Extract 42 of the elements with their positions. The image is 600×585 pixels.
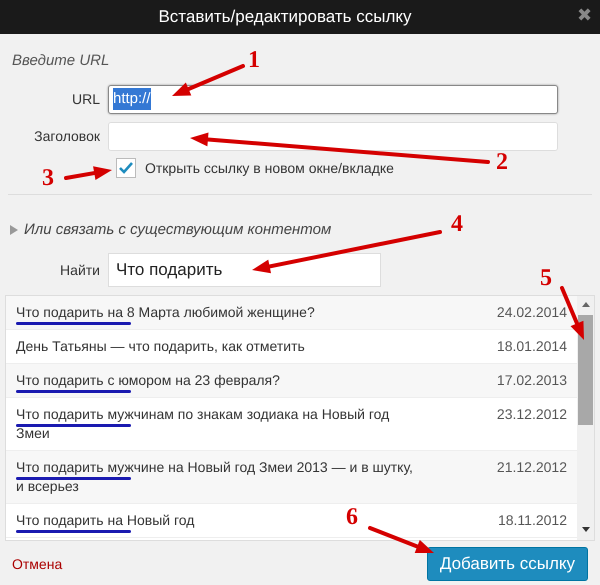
- result-row[interactable]: Что подарить на 8 Марта любимой женщине? 24.02.2014: [6, 296, 577, 330]
- scroll-up-icon[interactable]: [582, 302, 590, 307]
- result-date: 17.02.2013: [496, 371, 567, 390]
- annotation-number: 6: [346, 505, 358, 529]
- field-label: Найти: [59, 260, 101, 280]
- result-title: Что подарить мужчине на Новый год Змеи 2013 — и в шутку, и всерьез: [16, 459, 413, 494]
- check-icon: [119, 162, 133, 174]
- result-title: День Татьяны — что подарить, как отметить: [16, 338, 305, 354]
- arrow: [368, 526, 434, 553]
- result-date: 21.12.2012: [496, 458, 567, 477]
- result-row[interactable]: Что подарить с юмором на 23 февраля? 17.02.2013: [6, 364, 577, 398]
- result-title: Что подарить на Новый год: [16, 512, 194, 528]
- cancel-link[interactable]: Отмена: [12, 554, 62, 574]
- result-row[interactable]: Что подарить мужчине на Новый год Змеи 2013 — и в шутку, и всерьез 21.12.2012: [6, 451, 577, 504]
- arrow: [64, 166, 112, 180]
- result-title: Что подарить на 8 Марта любимой женщине?: [16, 304, 315, 320]
- annotation-number: 5: [540, 266, 552, 290]
- close-button[interactable]: ✖: [577, 6, 592, 24]
- url-field[interactable]: http://: [108, 84, 558, 114]
- scrollbar[interactable]: [577, 296, 594, 540]
- submit-button[interactable]: Добавить ссылку: [426, 547, 588, 581]
- scrollbar-thumb[interactable]: [578, 315, 593, 425]
- annotation-number: 1: [248, 48, 260, 72]
- field-label: URL: [70, 90, 101, 108]
- annotation-number: 3: [42, 166, 54, 190]
- title-field[interactable]: [108, 122, 558, 150]
- section-heading: Введите URL: [12, 51, 110, 71]
- scroll-down-icon[interactable]: [582, 527, 590, 532]
- window-title: Вставить/редактировать ссылку: [158, 6, 412, 28]
- result-date: 18.11.2012: [498, 511, 567, 530]
- annotation-number: 2: [496, 150, 508, 174]
- checkbox[interactable]: [116, 158, 136, 178]
- search-field[interactable]: Что подарить: [108, 253, 381, 287]
- result-date: 23.12.2012: [496, 405, 567, 424]
- result-title: Что подарить с юмором на 23 февраля?: [16, 372, 280, 388]
- annotation-number: 4: [451, 212, 463, 236]
- result-date: 24.02.2014: [496, 303, 567, 322]
- field-label: Заголовок: [33, 126, 101, 146]
- result-title: Что подарить мужчинам по знакам зодиака на Новый год Змеи: [16, 406, 390, 441]
- toggle-link[interactable]: Или связать с существующим контентом: [24, 218, 332, 241]
- checkbox-label: Открыть ссылку в новом окне/вкладке: [145, 158, 394, 178]
- result-date: 18.01.2014: [496, 337, 567, 356]
